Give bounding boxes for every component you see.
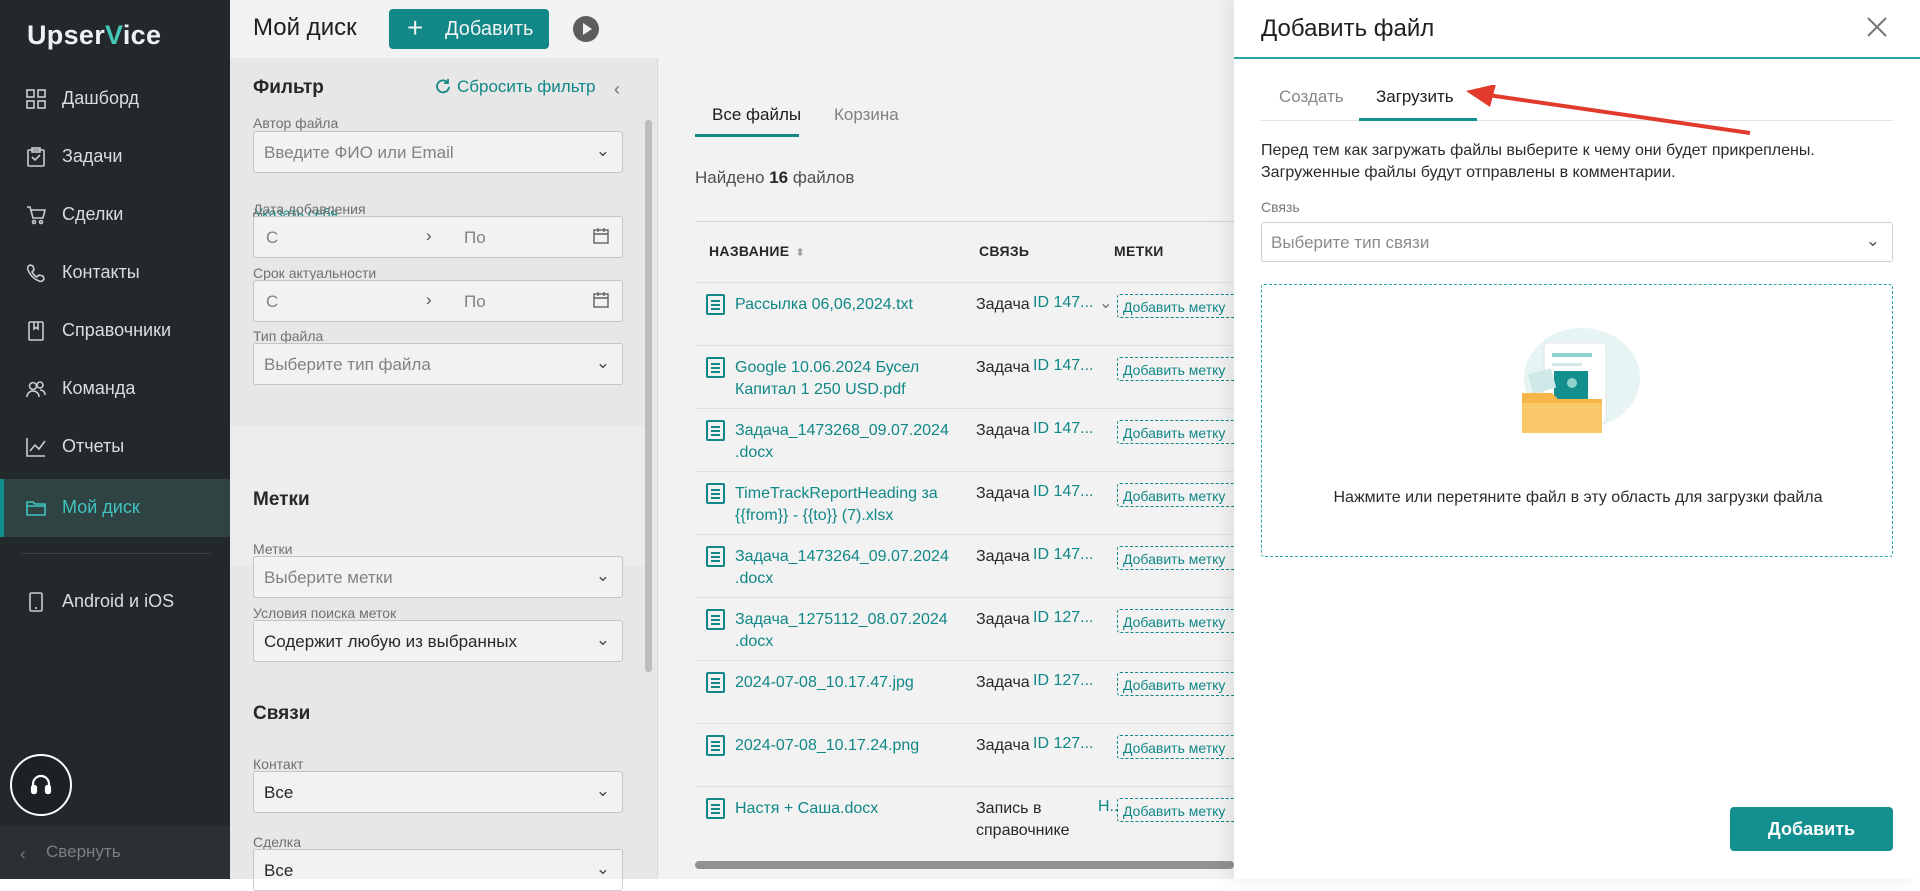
contacts-icon — [26, 264, 45, 283]
tab-upload[interactable]: Загрузить — [1376, 87, 1454, 107]
sidebar-item-mobile[interactable]: Android и iOS — [0, 573, 230, 631]
team-icon — [26, 381, 46, 398]
sidebar-item-label: Отчеты — [62, 436, 125, 456]
modal-title: Добавить файл — [1261, 15, 1435, 42]
chevron-left-icon: ‹ — [20, 844, 26, 863]
headset-icon — [30, 774, 52, 795]
sidebar-item-label: Android и iOS — [62, 591, 175, 611]
book-icon — [28, 321, 44, 341]
sidebar-item-tasks[interactable]: Задачи — [0, 128, 230, 186]
submit-add-button[interactable]: Добавить — [1730, 807, 1893, 851]
sidebar-item-label: Задачи — [62, 146, 123, 166]
upload-folder-illustration — [1522, 328, 1640, 433]
divider — [1234, 57, 1920, 59]
link-type-select[interactable]: Выберите тип связи ⌄ — [1261, 222, 1893, 262]
sidebar-item-team[interactable]: Команда — [0, 360, 230, 418]
sidebar-item-reports[interactable]: Отчеты — [0, 418, 230, 476]
logo[interactable]: UpserVice — [27, 20, 161, 51]
sidebar-item-label: Сделки — [62, 204, 124, 224]
dashboard-icon — [26, 89, 46, 109]
file-dropzone[interactable]: Нажмите или перетяните файл в эту област… — [1261, 284, 1893, 557]
deals-icon — [27, 206, 46, 225]
sidebar-item-contacts[interactable]: Контакты — [0, 244, 230, 302]
link-type-placeholder: Выберите тип связи — [1271, 233, 1430, 252]
modal-overlay[interactable] — [230, 0, 1234, 879]
support-button[interactable] — [10, 754, 72, 816]
sidebar-item-label: Контакты — [62, 262, 140, 282]
sidebar-item-label: Команда — [62, 378, 136, 398]
folder-icon — [26, 501, 46, 516]
dropzone-text: Нажмите или перетяните файл в эту област… — [1333, 489, 1823, 506]
sidebar-item-label: Дашборд — [62, 88, 140, 108]
phone-icon — [29, 592, 43, 612]
sidebar-item-my-disk[interactable]: Мой диск — [0, 479, 230, 537]
divider — [22, 553, 210, 554]
collapse-sidebar-button[interactable]: ‹ Свернуть — [0, 826, 230, 879]
sidebar-item-label: Мой диск — [62, 497, 140, 517]
annotation-arrow — [1466, 85, 1751, 135]
chevron-down-icon: ⌄ — [1865, 231, 1880, 250]
tab-create[interactable]: Создать — [1279, 87, 1344, 107]
sidebar-item-deals[interactable]: Сделки — [0, 186, 230, 244]
sidebar-item-dashboard[interactable]: Дашборд — [0, 70, 230, 128]
collapse-label: Свернуть — [46, 842, 121, 861]
sidebar: UpserVice Дашборд Задачи Сделки Контакты… — [0, 0, 230, 879]
tasks-icon — [27, 147, 45, 167]
link-label: Связь — [1261, 199, 1300, 215]
close-icon[interactable] — [1864, 14, 1890, 40]
upload-description: Перед тем как загружать файлы выберите к… — [1261, 142, 1815, 181]
chart-icon — [26, 438, 46, 457]
sidebar-item-label: Справочники — [62, 320, 172, 340]
sidebar-item-directories[interactable]: Справочники — [0, 302, 230, 360]
